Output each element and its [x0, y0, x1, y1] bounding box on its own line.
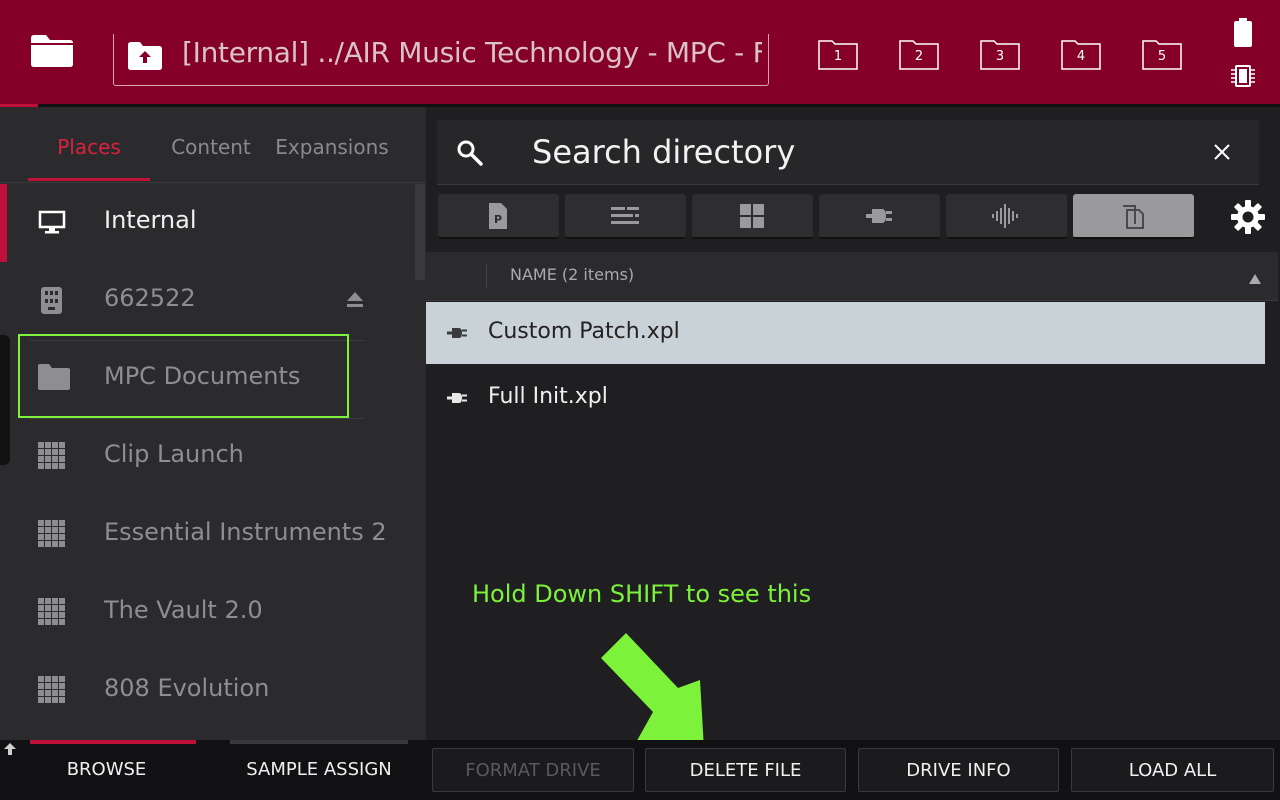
name-column-header[interactable]: NAME (2 items): [510, 265, 634, 284]
folder-slot-label: 1: [833, 49, 843, 64]
browse-button[interactable]: BROWSE: [10, 748, 203, 792]
load-all-button[interactable]: LOAD ALL: [1071, 748, 1274, 792]
places-scrollbar[interactable]: [415, 184, 425, 280]
sample-filter-icon: [992, 204, 1018, 228]
tab-places[interactable]: Places: [28, 107, 150, 183]
grid-icon: [38, 676, 68, 706]
place-drive-662522[interactable]: 662522: [0, 262, 410, 340]
monitor-icon: [38, 208, 68, 238]
folder-slot-3[interactable]: 3: [980, 40, 1020, 70]
plugin-filter-icon: [866, 209, 892, 223]
eject-icon[interactable]: [346, 292, 364, 308]
battery-icon: [1233, 18, 1253, 48]
annotation-highlight-box: [18, 334, 349, 418]
kit-filter-button[interactable]: [692, 194, 813, 239]
sample-assign-button[interactable]: SAMPLE ASSIGN: [222, 748, 416, 792]
folder-slot-1[interactable]: 1: [818, 40, 858, 70]
place-808-evolution[interactable]: 808 Evolution: [0, 652, 410, 730]
grid-icon: [38, 442, 68, 472]
delete-file-button[interactable]: DELETE FILE: [645, 748, 846, 792]
place-internal[interactable]: Internal: [0, 184, 410, 262]
annotation-arrow-icon: [596, 628, 716, 753]
folder-up-icon[interactable]: [128, 42, 162, 70]
all-files-filter-button[interactable]: [1073, 194, 1194, 239]
folder-slot-label: 3: [995, 49, 1005, 64]
tab-content[interactable]: Content: [150, 107, 272, 183]
sample-filter-button[interactable]: [946, 194, 1067, 239]
sd-card-icon: [1230, 64, 1256, 88]
grid-icon: [38, 520, 68, 550]
annotation-text: Hold Down SHIFT to see this: [472, 580, 812, 608]
folder-slot-label: 4: [1076, 49, 1086, 64]
tab-expansions[interactable]: Expansions: [272, 107, 392, 183]
place-label: 662522: [104, 284, 196, 312]
place-label: Essential Instruments 2: [104, 518, 387, 546]
place-essential-instruments-2[interactable]: Essential Instruments 2: [0, 496, 410, 574]
project-filter-button[interactable]: P: [438, 194, 559, 239]
file-row[interactable]: Custom Patch.xpl: [426, 302, 1265, 364]
folder-slot-label: 2: [914, 49, 924, 64]
gear-icon[interactable]: [1230, 199, 1266, 235]
file-row[interactable]: Full Init.xpl: [426, 367, 1265, 429]
plugin-icon: [446, 324, 468, 342]
tabs-divider: [0, 182, 426, 183]
drive-icon: [38, 286, 68, 316]
place-label: The Vault 2.0: [104, 596, 263, 624]
all-files-filter-icon: [1123, 205, 1144, 229]
sample-assign-indicator: [230, 740, 408, 744]
svg-text:P: P: [494, 213, 502, 226]
file-name: Full Init.xpl: [488, 384, 608, 409]
plugin-filter-button[interactable]: [819, 194, 940, 239]
close-icon[interactable]: [1208, 138, 1236, 166]
kit-filter-icon: [740, 204, 764, 228]
plugin-icon: [446, 389, 468, 407]
left-edge-handle: [0, 335, 10, 465]
folder-slot-4[interactable]: 4: [1061, 40, 1101, 70]
folder-slot-label: 5: [1157, 49, 1167, 64]
place-label: Clip Launch: [104, 440, 244, 468]
place-clip-launch[interactable]: Clip Launch: [0, 418, 410, 496]
column-divider: [486, 264, 487, 288]
sequence-filter-icon: [611, 207, 639, 224]
grid-icon: [38, 598, 68, 628]
sort-ascending-icon[interactable]: [1248, 270, 1262, 284]
place-label: 808 Evolution: [104, 674, 270, 702]
place-label: Internal: [104, 206, 197, 234]
active-tab-indicator: [28, 178, 150, 181]
folder-slot-2[interactable]: 2: [899, 40, 939, 70]
drive-info-button[interactable]: DRIVE INFO: [858, 748, 1059, 792]
project-filter-icon: P: [489, 203, 507, 229]
search-icon: [454, 137, 486, 169]
current-path: [Internal] ../AIR Music Technology - MPC…: [182, 36, 762, 69]
sequence-filter-button[interactable]: [565, 194, 686, 239]
search-input[interactable]: [532, 128, 1172, 176]
folder-icon[interactable]: [31, 35, 73, 67]
format-drive-button[interactable]: FORMAT DRIVE: [432, 748, 634, 792]
place-the-vault-2[interactable]: The Vault 2.0: [0, 574, 410, 652]
file-name: Custom Patch.xpl: [488, 319, 680, 344]
browse-active-indicator: [30, 740, 196, 744]
folder-slot-5[interactable]: 5: [1142, 40, 1182, 70]
